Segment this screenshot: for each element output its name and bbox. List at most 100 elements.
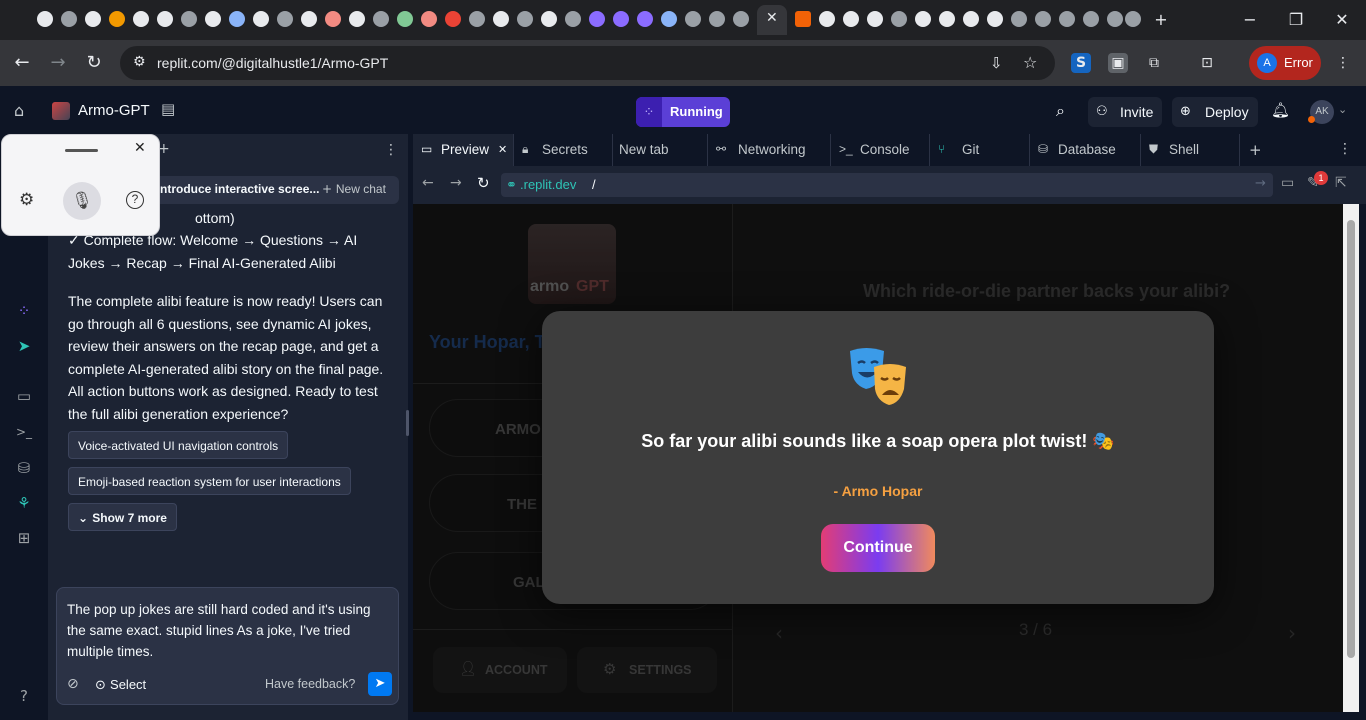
go-arrow-icon[interactable]: → [1255, 176, 1266, 191]
chat-input-text[interactable]: The pop up jokes are still hard coded an… [67, 599, 387, 662]
tab-favicon-icon[interactable] [109, 11, 125, 27]
back-icon[interactable]: ← [422, 175, 434, 191]
tab-favicon-icon[interactable] [1059, 11, 1075, 27]
tab-favicon-icon[interactable] [493, 11, 509, 27]
tab-favicon-icon[interactable] [397, 11, 413, 27]
reload-icon[interactable]: ↻ [477, 174, 490, 192]
chat-title[interactable]: ntroduce interactive scree... [160, 182, 319, 196]
tab-favicon-icon[interactable] [1083, 11, 1099, 27]
deploy-button[interactable]: ⊕ Deploy [1172, 97, 1258, 127]
home-icon[interactable]: ⌂ [14, 101, 24, 120]
active-tab[interactable]: ✕ [757, 5, 787, 35]
forward-icon[interactable]: → [46, 51, 70, 75]
tab-favicon-icon[interactable] [1107, 11, 1123, 27]
help-icon[interactable]: ? [14, 686, 34, 706]
tab-favicon-icon[interactable] [277, 11, 293, 27]
tab-favicon-icon[interactable] [987, 11, 1003, 27]
tab-favicon-icon[interactable] [181, 11, 197, 27]
bookmark-star-icon[interactable]: ☆ [1023, 53, 1037, 72]
tab-favicon-icon[interactable] [229, 11, 245, 27]
address-bar[interactable]: ⚙ replit.com/@digitalhustle1/Armo-GPT ⇩ … [120, 46, 1055, 80]
tab-favicon-icon[interactable] [963, 11, 979, 27]
select-element-button[interactable]: ⊙ Select [95, 677, 146, 693]
tab-favicon-icon[interactable] [133, 11, 149, 27]
tab-favicon-icon[interactable] [445, 11, 461, 27]
bell-icon[interactable]: 🔔︎ [1271, 101, 1290, 119]
minimize-icon[interactable]: − [1238, 8, 1262, 32]
preview-scrollbar[interactable] [1343, 204, 1359, 712]
database-icon[interactable]: ⛁ [14, 458, 34, 478]
tab-favicon-icon[interactable] [469, 11, 485, 27]
maximize-icon[interactable]: ❐ [1284, 8, 1308, 32]
chevron-down-icon[interactable]: ⌄ [1338, 103, 1347, 116]
browser-menu-icon[interactable]: ⋮ [1333, 53, 1353, 73]
tab-favicon-icon[interactable] [1011, 11, 1027, 27]
suggestion-chip[interactable]: Emoji-based reaction system for user int… [68, 467, 351, 495]
chat-input[interactable]: The pop up jokes are still hard coded an… [56, 587, 399, 705]
tab-favicon-icon[interactable] [843, 11, 859, 27]
tab-favicon-icon[interactable] [325, 11, 341, 27]
tab-favicon-icon[interactable] [253, 11, 269, 27]
device-icon[interactable]: ▭ [1281, 175, 1294, 191]
tab-favicon-icon[interactable] [373, 11, 389, 27]
tab-favicon-icon[interactable] [1125, 11, 1141, 27]
tab-favicon-icon[interactable] [661, 11, 677, 27]
tab-favicon-icon[interactable] [1035, 11, 1051, 27]
tab-new[interactable]: New tab [613, 134, 708, 166]
preview-url-field[interactable]: ⚭ .replit.dev / → [501, 173, 1273, 197]
tab-favicon-icon[interactable] [517, 11, 533, 27]
tab-favicon-icon[interactable] [61, 11, 77, 27]
deployments-icon[interactable]: ⚘ [14, 493, 34, 513]
continue-button[interactable]: Continue [821, 524, 935, 572]
drag-handle[interactable] [65, 149, 98, 152]
tab-favicon-icon[interactable] [349, 11, 365, 27]
install-app-icon[interactable]: ⇩ [990, 54, 1003, 72]
tab-shell[interactable]: ⛊ Shell [1141, 134, 1240, 166]
close-icon[interactable]: ✕ [134, 140, 146, 156]
tab-console[interactable]: >_ Console [831, 134, 930, 166]
back-icon[interactable]: ← [10, 51, 34, 75]
search-icon[interactable]: ⌕ [1056, 101, 1065, 121]
new-tab-icon[interactable]: + [1149, 8, 1173, 32]
invite-button[interactable]: ⚇ Invite [1088, 97, 1162, 127]
tab-favicon-icon[interactable] [301, 11, 317, 27]
tab-favicon-icon[interactable] [541, 11, 557, 27]
replit-tab-favicon-icon[interactable] [795, 11, 811, 27]
close-tab-icon[interactable]: ✕ [766, 10, 778, 26]
tab-git[interactable]: ⑂ Git [930, 134, 1030, 166]
suggestion-chip[interactable]: Voice-activated UI navigation controls [68, 431, 289, 459]
reload-icon[interactable]: ↻ [82, 51, 106, 75]
extension-s-icon[interactable]: S [1071, 53, 1091, 73]
tab-favicon-icon[interactable] [205, 11, 221, 27]
tab-favicon-icon[interactable] [565, 11, 581, 27]
settings-gear-icon[interactable]: ⚙ [19, 190, 34, 210]
extensions-puzzle-icon[interactable]: ⧉ [1144, 53, 1164, 73]
add-tab-icon[interactable]: + [1249, 141, 1262, 159]
help-question-icon[interactable]: ? [126, 191, 144, 209]
new-chat-button[interactable]: + New chat [322, 182, 386, 196]
tab-favicon-icon[interactable] [421, 11, 437, 27]
tab-database[interactable]: ⛁ Database [1030, 134, 1141, 166]
tab-favicon-icon[interactable] [891, 11, 907, 27]
tab-favicon-icon[interactable] [37, 11, 53, 27]
tab-favicon-icon[interactable] [685, 11, 701, 27]
assistant-icon[interactable]: ➤ [14, 336, 34, 356]
show-more-button[interactable]: ⌄ Show 7 more [68, 503, 177, 531]
tab-preview[interactable]: ▭ Preview ✕ [413, 134, 514, 166]
tab-favicon-icon[interactable] [85, 11, 101, 27]
feedback-link[interactable]: Have feedback? [265, 677, 355, 691]
tab-favicon-icon[interactable] [589, 11, 605, 27]
tab-favicon-icon[interactable] [613, 11, 629, 27]
tab-favicon-icon[interactable] [867, 11, 883, 27]
file-tree-icon[interactable]: ▤ [161, 100, 175, 118]
tab-favicon-icon[interactable] [915, 11, 931, 27]
tab-secrets[interactable]: 🔒︎ Secrets [514, 134, 613, 166]
tab-favicon-icon[interactable] [157, 11, 173, 27]
preview-monitor-icon[interactable]: ▭ [14, 386, 34, 406]
panel-menu-icon[interactable]: ⋮ [384, 142, 398, 158]
scrollbar-thumb[interactable] [1347, 220, 1355, 658]
tab-favicon-icon[interactable] [819, 11, 835, 27]
open-new-window-icon[interactable]: ⇱ [1335, 175, 1347, 191]
tab-favicon-icon[interactable] [709, 11, 725, 27]
send-button[interactable]: ➤ [368, 672, 392, 696]
